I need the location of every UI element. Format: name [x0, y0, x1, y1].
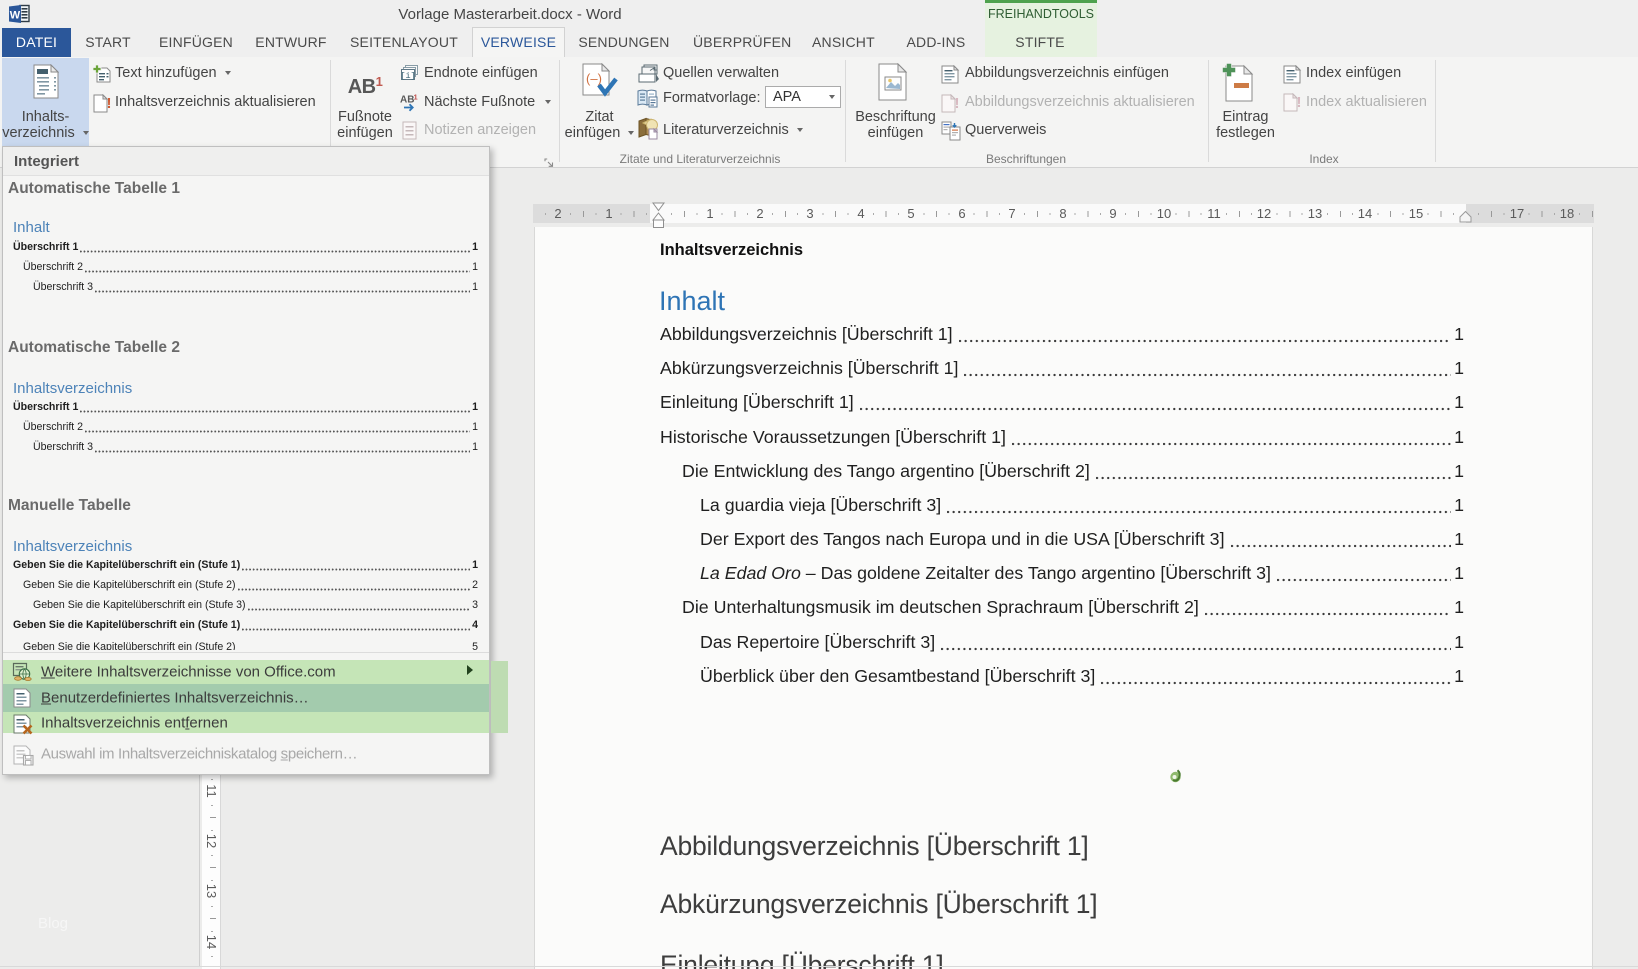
svg-text:1: 1 — [414, 93, 418, 102]
svg-text:(–): (–) — [586, 71, 602, 86]
svg-text:!: ! — [1297, 94, 1302, 111]
svg-text:AB: AB — [400, 95, 414, 106]
svg-text:!: ! — [955, 95, 960, 112]
svg-text:[i]: [i] — [400, 71, 415, 81]
svg-text:!: ! — [107, 95, 112, 112]
